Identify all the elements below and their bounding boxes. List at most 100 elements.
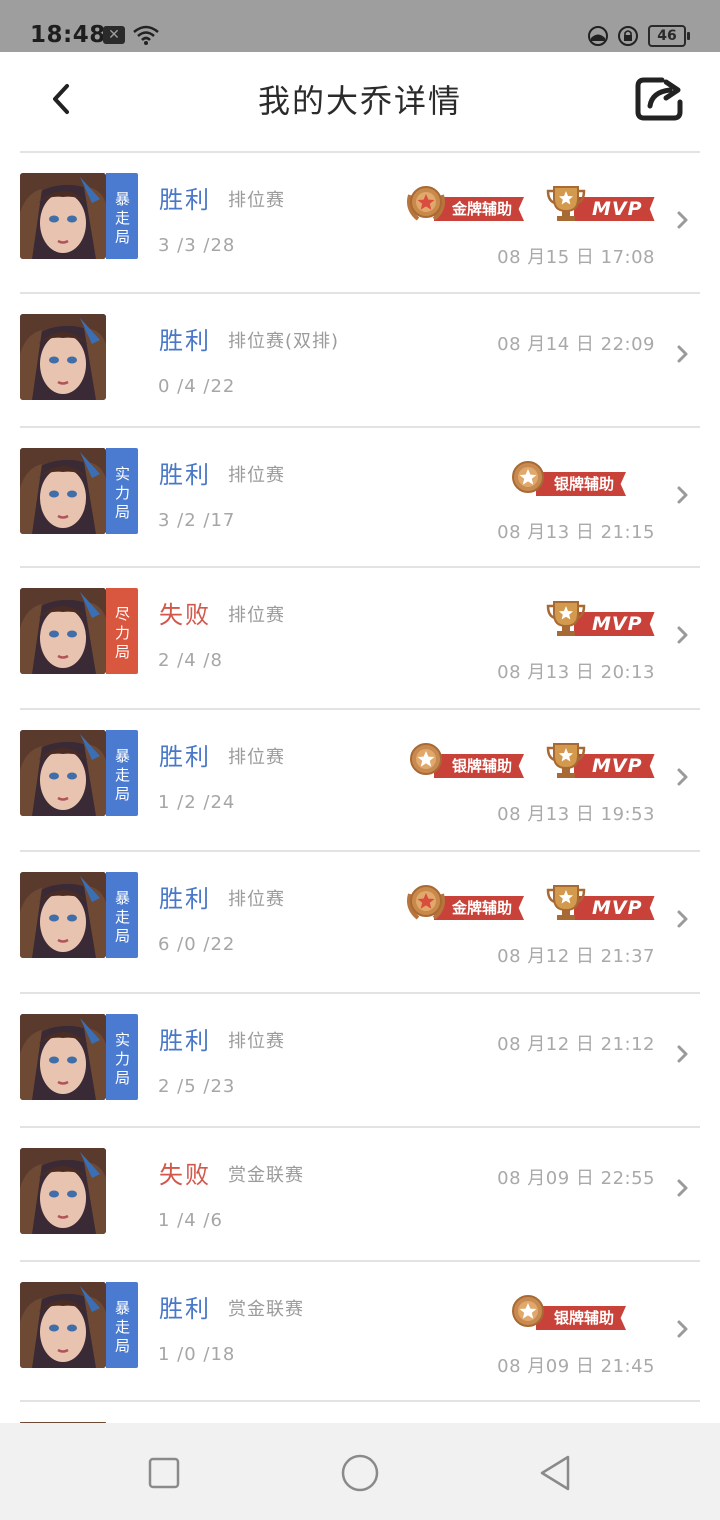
chevron-right-icon: [677, 768, 688, 786]
match-kda: 6 /0 /22: [158, 934, 236, 955]
match-date: 08 月13 日 21:15: [497, 522, 655, 543]
recent-apps-button[interactable]: [144, 1453, 184, 1493]
match-row[interactable]: 暴走局 胜利 排位赛 1 /2 /24 08 月13 日 19:53 MVP 银牌辅助: [0, 710, 720, 852]
medal-badge: 金牌辅助: [404, 882, 538, 922]
chevron-right-icon: [677, 1045, 688, 1063]
match-kda: 1 /0 /18: [158, 1344, 236, 1365]
trophy-icon: [544, 183, 588, 223]
match-row[interactable]: 尽力局 失败 排位赛 2 /4 /8 08 月13 日 20:13 MVP: [0, 568, 720, 710]
match-row[interactable]: 暴走局 胜利 赏金联赛 1 /0 /18 08 月09 日 21:45 银牌辅助: [0, 1262, 720, 1402]
match-date: 08 月15 日 17:08: [497, 247, 655, 268]
match-tag: 尽力局: [106, 588, 138, 674]
row-divider: [20, 1400, 700, 1402]
chevron-right-icon: [677, 211, 688, 229]
trophy-icon: [544, 882, 588, 922]
hero-avatar: [20, 173, 106, 259]
medal-badge: 银牌辅助: [506, 1292, 640, 1332]
chevron-right-icon: [677, 910, 688, 928]
page-title: 我的大乔详情: [257, 82, 462, 120]
match-tag: 暴走局: [106, 1282, 138, 1368]
chevron-right-icon: [677, 486, 688, 504]
match-date: 08 月13 日 19:53: [497, 804, 655, 825]
match-result: 胜利: [159, 327, 211, 355]
match-mode: 排位赛: [228, 747, 285, 768]
match-tag: 实力局: [106, 448, 138, 534]
hero-avatar: [20, 314, 106, 400]
match-row[interactable]: 胜利 排位赛(双排) 0 /4 /22 08 月14 日 22:09: [0, 294, 720, 428]
status-time: 18:48: [30, 22, 106, 48]
mvp-badge: MVP: [544, 598, 655, 638]
match-result: 胜利: [159, 1027, 211, 1055]
home-button[interactable]: [340, 1453, 380, 1493]
match-mode: 排位赛: [228, 605, 285, 626]
match-date: 08 月14 日 22:09: [497, 334, 655, 355]
medal-badge: 银牌辅助: [506, 458, 640, 498]
status-bar: 18:48 ✕ 46: [0, 0, 720, 52]
hero-avatar: [20, 448, 106, 534]
hero-avatar: [20, 1148, 106, 1234]
medal-badge: 金牌辅助: [404, 183, 538, 223]
battery-icon: 46: [648, 25, 690, 47]
match-result: 胜利: [159, 461, 211, 489]
match-tag: 暴走局: [106, 173, 138, 259]
wifi-icon: [133, 25, 159, 45]
match-row[interactable]: 暴走局 胜利 排位赛 6 /0 /22 08 月12 日 21:37 MVP 金牌辅助: [0, 852, 720, 994]
match-kda: 3 /2 /17: [158, 510, 236, 531]
match-mode: 赏金联赛: [228, 1165, 304, 1186]
medal-icon: [506, 458, 550, 498]
mvp-badge: MVP: [544, 882, 655, 922]
match-mode: 排位赛: [228, 889, 285, 910]
match-row[interactable]: 失败 赏金联赛 1 /4 /6 08 月09 日 22:55: [0, 1128, 720, 1262]
match-kda: 0 /4 /22: [158, 376, 236, 397]
match-tag: 暴走局: [106, 730, 138, 816]
match-date: 08 月12 日 21:37: [497, 946, 655, 967]
match-result: 胜利: [159, 885, 211, 913]
match-result: 失败: [159, 601, 211, 629]
medal-icon: [404, 882, 448, 922]
chevron-right-icon: [677, 1179, 688, 1197]
match-date: 08 月09 日 21:45: [497, 1356, 655, 1377]
match-kda: 2 /4 /8: [158, 650, 223, 671]
hero-avatar: [20, 1014, 106, 1100]
chevron-right-icon: [677, 1320, 688, 1338]
match-row[interactable]: 实力局 胜利 排位赛 2 /5 /23 08 月12 日 21:12: [0, 994, 720, 1128]
match-row[interactable]: 暴走局 胜利 排位赛 3 /3 /28 08 月15 日 17:08 MVP 金牌辅助: [0, 153, 720, 294]
hero-avatar: [20, 872, 106, 958]
match-mode: 排位赛: [228, 1031, 285, 1052]
match-date: 08 月12 日 21:12: [497, 1034, 655, 1055]
match-kda: 1 /2 /24: [158, 792, 236, 813]
medal-icon: [404, 183, 448, 223]
match-mode: 排位赛: [228, 465, 285, 486]
system-nav-bar: [0, 1423, 720, 1520]
hero-avatar: [20, 1282, 106, 1368]
share-button[interactable]: [632, 72, 688, 124]
match-kda: 2 /5 /23: [158, 1076, 236, 1097]
match-mode: 排位赛(双排): [228, 331, 340, 352]
match-tag: 实力局: [106, 1014, 138, 1100]
back-nav-button[interactable]: [536, 1453, 576, 1493]
match-kda: 1 /4 /6: [158, 1210, 223, 1231]
data-saver-icon: [588, 26, 608, 46]
match-mode: 赏金联赛: [228, 1299, 304, 1320]
notification-icon: ✕: [103, 26, 125, 44]
match-result: 失败: [159, 1161, 211, 1189]
chevron-right-icon: [677, 626, 688, 644]
match-date: 08 月13 日 20:13: [497, 662, 655, 683]
match-result: 胜利: [159, 1295, 211, 1323]
trophy-icon: [544, 598, 588, 638]
hero-avatar: [20, 588, 106, 674]
match-result: 胜利: [159, 743, 211, 771]
mvp-badge: MVP: [544, 183, 655, 223]
medal-badge: 银牌辅助: [404, 740, 538, 780]
header: 我的大乔详情: [0, 52, 720, 152]
match-result: 胜利: [159, 186, 211, 214]
match-date: 08 月09 日 22:55: [497, 1168, 655, 1189]
trophy-icon: [544, 740, 588, 780]
hero-avatar: [20, 730, 106, 816]
match-tag: 暴走局: [106, 872, 138, 958]
match-row[interactable]: 实力局 胜利 排位赛 3 /2 /17 08 月13 日 21:15 银牌辅助: [0, 428, 720, 568]
rotation-lock-icon: [618, 26, 638, 46]
mvp-badge: MVP: [544, 740, 655, 780]
match-kda: 3 /3 /28: [158, 235, 236, 256]
chevron-right-icon: [677, 345, 688, 363]
